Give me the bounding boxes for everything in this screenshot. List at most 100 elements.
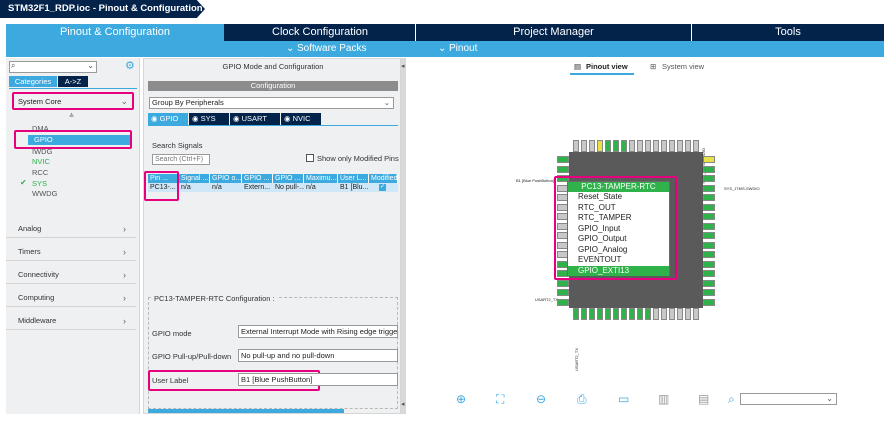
chip-pin[interactable] xyxy=(653,140,659,152)
chip-pin[interactable] xyxy=(557,156,569,163)
category-search-input[interactable]: ⌕ ⌄ xyxy=(9,61,97,73)
zoom-in-icon[interactable]: ⊕ xyxy=(456,392,466,406)
pinout-menu[interactable]: Pinout xyxy=(449,41,477,57)
chip-pin[interactable] xyxy=(703,175,715,182)
category-middleware[interactable]: Middleware › xyxy=(6,312,136,330)
az-tab[interactable]: A->Z xyxy=(58,76,88,87)
chip-pin[interactable] xyxy=(573,308,579,320)
menu-item-gpio-exti13[interactable]: GPIO_EXTI13 xyxy=(568,265,669,276)
pin-search-select[interactable]: ⌄ xyxy=(740,393,837,405)
list-item-nvic[interactable]: NVIC xyxy=(32,157,50,167)
tab-project-manager[interactable]: Project Manager xyxy=(416,24,691,41)
col-signal[interactable]: Signal ... xyxy=(179,174,210,183)
col-maximum[interactable]: Maximu... xyxy=(304,174,338,183)
system-view-tab[interactable]: System view xyxy=(662,62,704,71)
chip-pin[interactable] xyxy=(669,140,675,152)
menu-item-eventout[interactable]: EVENTOUT xyxy=(568,255,669,266)
search-signals-input[interactable] xyxy=(152,154,210,165)
chip-pin[interactable] xyxy=(605,308,611,320)
tab-tools[interactable]: Tools xyxy=(692,24,884,41)
chip-pin[interactable] xyxy=(637,140,643,152)
chip-pin[interactable] xyxy=(703,165,715,173)
chip-pin[interactable] xyxy=(703,279,715,287)
chevron-left-icon[interactable]: ◂ xyxy=(401,62,405,70)
col-gpio-pull[interactable]: GPIO ... xyxy=(273,174,304,183)
zoom-out-icon[interactable]: ⊖ xyxy=(536,392,546,406)
tab-clock-configuration[interactable]: Clock Configuration xyxy=(225,24,415,41)
system-core-category[interactable]: System Core ⌄ xyxy=(12,92,134,110)
chip-pin[interactable] xyxy=(677,308,683,320)
col-gpio-mode[interactable]: GPIO ... xyxy=(242,174,273,183)
chip-pin[interactable] xyxy=(703,213,715,220)
col-modified[interactable]: Modified xyxy=(369,174,398,183)
chip-pin[interactable] xyxy=(703,260,715,268)
chip-pin[interactable] xyxy=(597,308,603,320)
chip-pin[interactable] xyxy=(621,140,627,152)
table-row[interactable]: PC13-... n/a n/a Extern... No pull-... n… xyxy=(148,183,398,192)
user-label-input[interactable]: B1 [Blue PushButton] xyxy=(238,373,398,386)
list-item-gpio[interactable]: GPIO xyxy=(28,135,130,145)
horizontal-scrollbar[interactable] xyxy=(148,409,344,413)
menu-item-rtc-out[interactable]: RTC_OUT xyxy=(568,203,669,214)
pinout-view-tab[interactable]: Pinout view xyxy=(586,62,628,71)
chip-pin[interactable] xyxy=(677,140,683,152)
chip-pin[interactable] xyxy=(557,279,569,287)
menu-item-gpio-output[interactable]: GPIO_Output xyxy=(568,234,669,245)
gpio-pull-select[interactable]: No pull-up and no pull-down xyxy=(238,349,398,362)
chip-pin[interactable] xyxy=(703,222,715,230)
list-item-wwdg[interactable]: WWDG xyxy=(32,189,57,199)
chip-pin[interactable] xyxy=(703,241,715,249)
tab-gpio[interactable]: ◉ GPIO xyxy=(148,113,188,125)
list-item-rcc[interactable]: RCC xyxy=(32,168,48,178)
chip-pin[interactable] xyxy=(693,140,699,152)
menu-item-gpio-analog[interactable]: GPIO_Analog xyxy=(568,245,669,256)
chip-pin[interactable] xyxy=(661,140,667,152)
software-packs-menu[interactable]: Software Packs xyxy=(297,41,366,57)
category-connectivity[interactable]: Connectivity › xyxy=(6,266,136,284)
chip-pin[interactable] xyxy=(703,289,715,296)
chip-pin[interactable] xyxy=(661,308,667,320)
chip-pin[interactable] xyxy=(573,140,579,152)
tab-nvic[interactable]: ◉ NVIC xyxy=(281,113,321,125)
chip-pin[interactable] xyxy=(703,203,715,211)
col-user-label[interactable]: User L... xyxy=(338,174,369,183)
category-analog[interactable]: Analog › xyxy=(6,220,136,238)
chip-pin[interactable] xyxy=(597,140,603,152)
chip-pin[interactable] xyxy=(685,308,691,320)
chip-pin[interactable] xyxy=(703,232,715,239)
chip-pin[interactable] xyxy=(703,270,715,277)
fit-screen-icon[interactable]: ⛶ xyxy=(496,392,504,407)
chip-pin[interactable] xyxy=(629,308,635,320)
category-computing[interactable]: Computing › xyxy=(6,289,136,307)
chip-pin[interactable] xyxy=(637,308,643,320)
chip-pin[interactable] xyxy=(653,308,659,320)
chip-pin[interactable] xyxy=(645,308,651,320)
gear-icon[interactable]: ⚙ xyxy=(125,59,135,72)
chip-pin[interactable] xyxy=(685,140,691,152)
chip-pin[interactable] xyxy=(703,184,715,192)
chip-pin[interactable] xyxy=(589,140,595,152)
tab-usart[interactable]: ◉ USART xyxy=(230,113,280,125)
chevron-down-icon[interactable]: ⌄ xyxy=(87,61,94,70)
menu-item-gpio-input[interactable]: GPIO_Input xyxy=(568,224,669,235)
export-icon[interactable]: ⎙ xyxy=(577,392,587,407)
categories-tab[interactable]: Categories xyxy=(9,76,57,87)
sort-icon[interactable]: ≜ xyxy=(69,113,74,120)
chip-pin[interactable] xyxy=(629,140,635,152)
chip-pin[interactable] xyxy=(621,308,627,320)
chevron-left-icon[interactable]: ◂ xyxy=(401,400,405,408)
gpio-mode-select[interactable]: External Interrupt Mode with Rising edge… xyxy=(238,325,398,338)
menu-item-rtc-tamper[interactable]: RTC_TAMPER xyxy=(568,213,669,224)
modified-checkbox[interactable]: ✓ xyxy=(379,184,386,191)
chip-pin[interactable] xyxy=(557,289,569,296)
chip-pin[interactable] xyxy=(703,194,715,201)
chip-pin[interactable] xyxy=(613,308,619,320)
col-gpio-output[interactable]: GPIO o... xyxy=(210,174,242,183)
chip-pin[interactable] xyxy=(703,298,715,306)
tab-pinout-configuration[interactable]: Pinout & Configuration xyxy=(6,24,224,41)
vertical-split-icon[interactable]: ▥ xyxy=(658,392,669,406)
group-by-select[interactable]: Group By Peripherals ⌄ xyxy=(149,97,394,109)
chip-pin[interactable] xyxy=(581,140,587,152)
chip-pin[interactable] xyxy=(693,308,699,320)
chip-pin[interactable] xyxy=(645,140,651,152)
